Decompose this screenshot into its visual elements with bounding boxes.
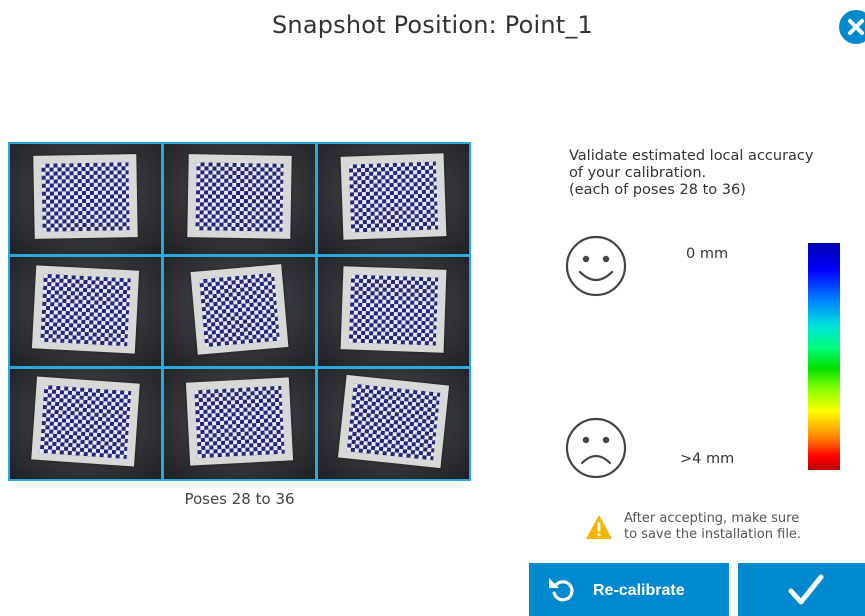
pose-thumbnail (10, 256, 161, 367)
accuracy-description: Validate estimated local accuracy of you… (569, 148, 849, 199)
pose-thumbnail (164, 256, 315, 367)
checkmark-icon (788, 574, 824, 605)
accuracy-description-line: Validate estimated local accuracy (569, 148, 814, 164)
accept-button[interactable] (738, 563, 865, 616)
pose-thumbnail (10, 144, 161, 254)
smiley-face-icon (565, 235, 627, 297)
pose-thumbnail (164, 144, 315, 254)
sad-face-icon (565, 417, 627, 479)
dialog-title: Snapshot Position: Point_1 (271, 11, 594, 39)
pose-thumbnail (10, 369, 161, 479)
warning-message: After accepting, make sure to save the i… (624, 511, 854, 543)
warning-message-line: After accepting, make sure (624, 511, 800, 526)
pose-thumbnail-grid (8, 142, 471, 481)
pose-thumbnail (318, 144, 469, 254)
warning-triangle-icon (586, 515, 612, 539)
pose-thumbnail (318, 369, 469, 479)
accuracy-high-label: >4 mm (680, 451, 735, 467)
accuracy-low-label: 0 mm (686, 246, 729, 262)
accuracy-colorbar (808, 243, 840, 470)
recalibrate-label: Re-calibrate (593, 582, 685, 599)
undo-arrow-icon (549, 578, 574, 602)
pose-thumbnail (318, 256, 469, 367)
recalibrate-button[interactable]: Re-calibrate (529, 563, 729, 616)
accuracy-description-line: (each of poses 28 to 36) (569, 182, 746, 198)
close-button[interactable] (839, 10, 865, 44)
pose-thumbnail (164, 369, 315, 479)
accuracy-description-line: of your calibration. (569, 165, 707, 181)
poses-caption: Poses 28 to 36 (184, 490, 295, 508)
close-icon (848, 19, 864, 35)
warning-message-line: to save the installation file. (624, 527, 802, 542)
